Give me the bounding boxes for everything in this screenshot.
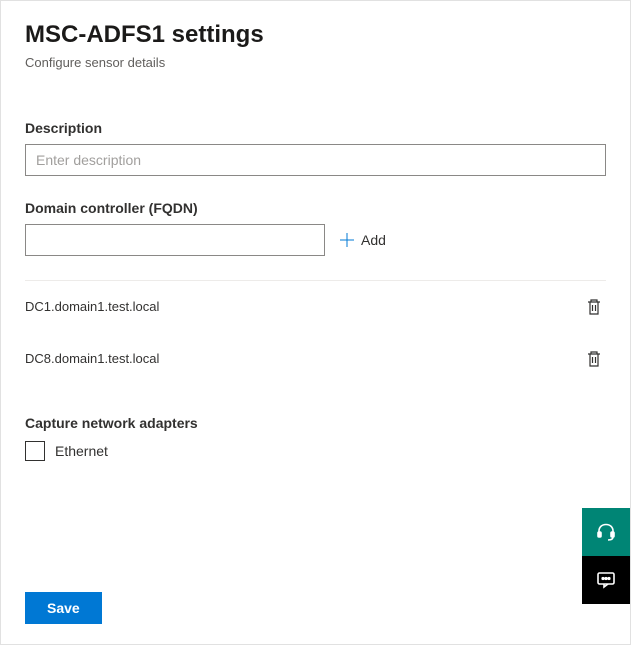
fqdn-input[interactable] [25,224,325,256]
ethernet-checkbox-label: Ethernet [55,443,108,459]
page-title: MSC-ADFS1 settings [25,21,606,49]
add-button[interactable]: Add [339,232,386,248]
float-buttons [582,508,630,604]
list-item: DC8.domain1.test.local [25,333,606,385]
chat-icon [596,570,616,590]
fqdn-label: Domain controller (FQDN) [25,200,606,216]
add-button-label: Add [361,232,386,248]
adapters-label: Capture network adapters [25,415,606,431]
support-button[interactable] [582,508,630,556]
dc-name: DC1.domain1.test.local [25,299,159,314]
save-button[interactable]: Save [25,592,102,624]
page-subtitle: Configure sensor details [25,55,606,70]
dc-list: DC1.domain1.test.local DC8.domain1.test.… [25,281,606,385]
plus-icon [339,232,355,248]
ethernet-checkbox[interactable] [25,441,45,461]
list-item: DC1.domain1.test.local [25,281,606,333]
headset-icon [596,522,616,542]
delete-button[interactable] [582,346,606,372]
feedback-button[interactable] [582,556,630,604]
trash-icon [586,350,602,368]
trash-icon [586,298,602,316]
description-label: Description [25,120,606,136]
dc-name: DC8.domain1.test.local [25,351,159,366]
description-input[interactable] [25,144,606,176]
delete-button[interactable] [582,294,606,320]
